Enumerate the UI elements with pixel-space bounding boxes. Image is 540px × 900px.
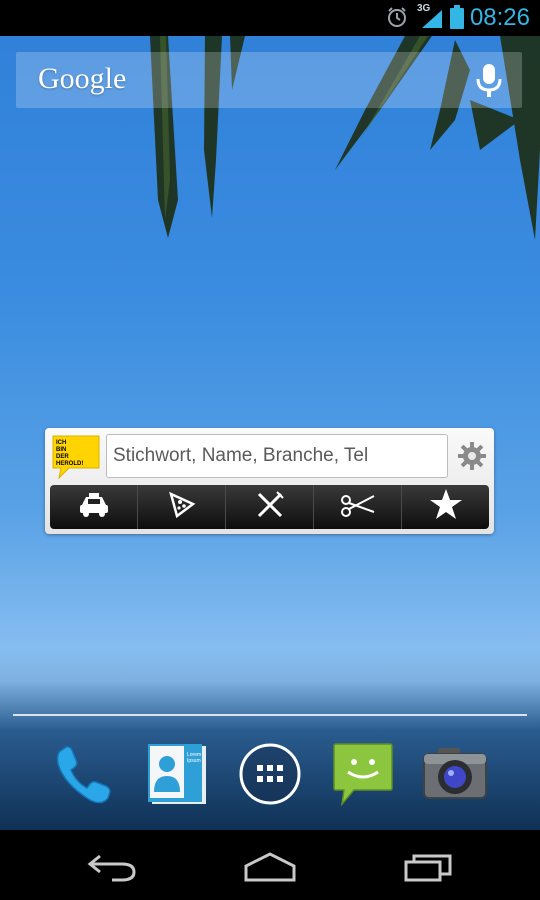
herold-search-placeholder: Stichwort, Name, Branche, Tel bbox=[113, 445, 369, 466]
category-taxi-button[interactable] bbox=[50, 485, 138, 529]
cutlery-icon bbox=[255, 490, 285, 524]
google-logo: Google bbox=[38, 62, 127, 95]
category-hairdresser-button[interactable] bbox=[314, 485, 402, 529]
herold-logo[interactable]: ICH BIN DER HEROLD! bbox=[51, 434, 101, 484]
svg-text:Ipsum: Ipsum bbox=[187, 758, 201, 764]
taxi-icon bbox=[78, 491, 110, 523]
back-icon[interactable] bbox=[86, 850, 138, 886]
pizza-icon bbox=[167, 490, 197, 524]
contacts-icon[interactable]: Lorem Ipsum bbox=[146, 742, 208, 810]
signal-icon bbox=[420, 8, 444, 34]
app-drawer-icon[interactable] bbox=[238, 742, 302, 810]
scissors-icon bbox=[340, 492, 376, 522]
category-restaurant-button[interactable] bbox=[226, 485, 314, 529]
gear-icon[interactable] bbox=[458, 442, 486, 474]
star-icon bbox=[429, 488, 463, 526]
herold-widget: ICH BIN DER HEROLD! Stichwort, Name, Bra… bbox=[45, 428, 494, 534]
google-search-bar[interactable]: Google bbox=[16, 52, 522, 108]
battery-icon bbox=[450, 5, 464, 33]
alarm-icon bbox=[386, 6, 408, 32]
herold-search-input[interactable]: Stichwort, Name, Branche, Tel bbox=[106, 434, 448, 478]
home-icon[interactable] bbox=[242, 850, 298, 886]
dock-divider bbox=[13, 714, 527, 716]
phone-icon[interactable] bbox=[50, 742, 116, 812]
svg-text:DER: DER bbox=[56, 454, 69, 460]
category-favorites-button[interactable] bbox=[402, 485, 489, 529]
camera-icon[interactable] bbox=[422, 746, 488, 806]
mic-icon[interactable] bbox=[476, 64, 502, 102]
status-bar: 3G 08:26 bbox=[0, 0, 540, 36]
svg-text:ICH: ICH bbox=[56, 440, 66, 446]
palm-leaves bbox=[150, 36, 540, 240]
clock: 08:26 bbox=[469, 4, 530, 31]
navigation-bar bbox=[0, 832, 540, 900]
messaging-icon[interactable] bbox=[332, 742, 394, 812]
svg-text:HEROLD!: HEROLD! bbox=[56, 461, 83, 467]
category-pizza-button[interactable] bbox=[138, 485, 226, 529]
svg-text:BIN: BIN bbox=[56, 447, 66, 453]
recents-icon[interactable] bbox=[402, 850, 454, 886]
wallpaper bbox=[0, 0, 540, 830]
category-toolbar bbox=[50, 485, 489, 529]
